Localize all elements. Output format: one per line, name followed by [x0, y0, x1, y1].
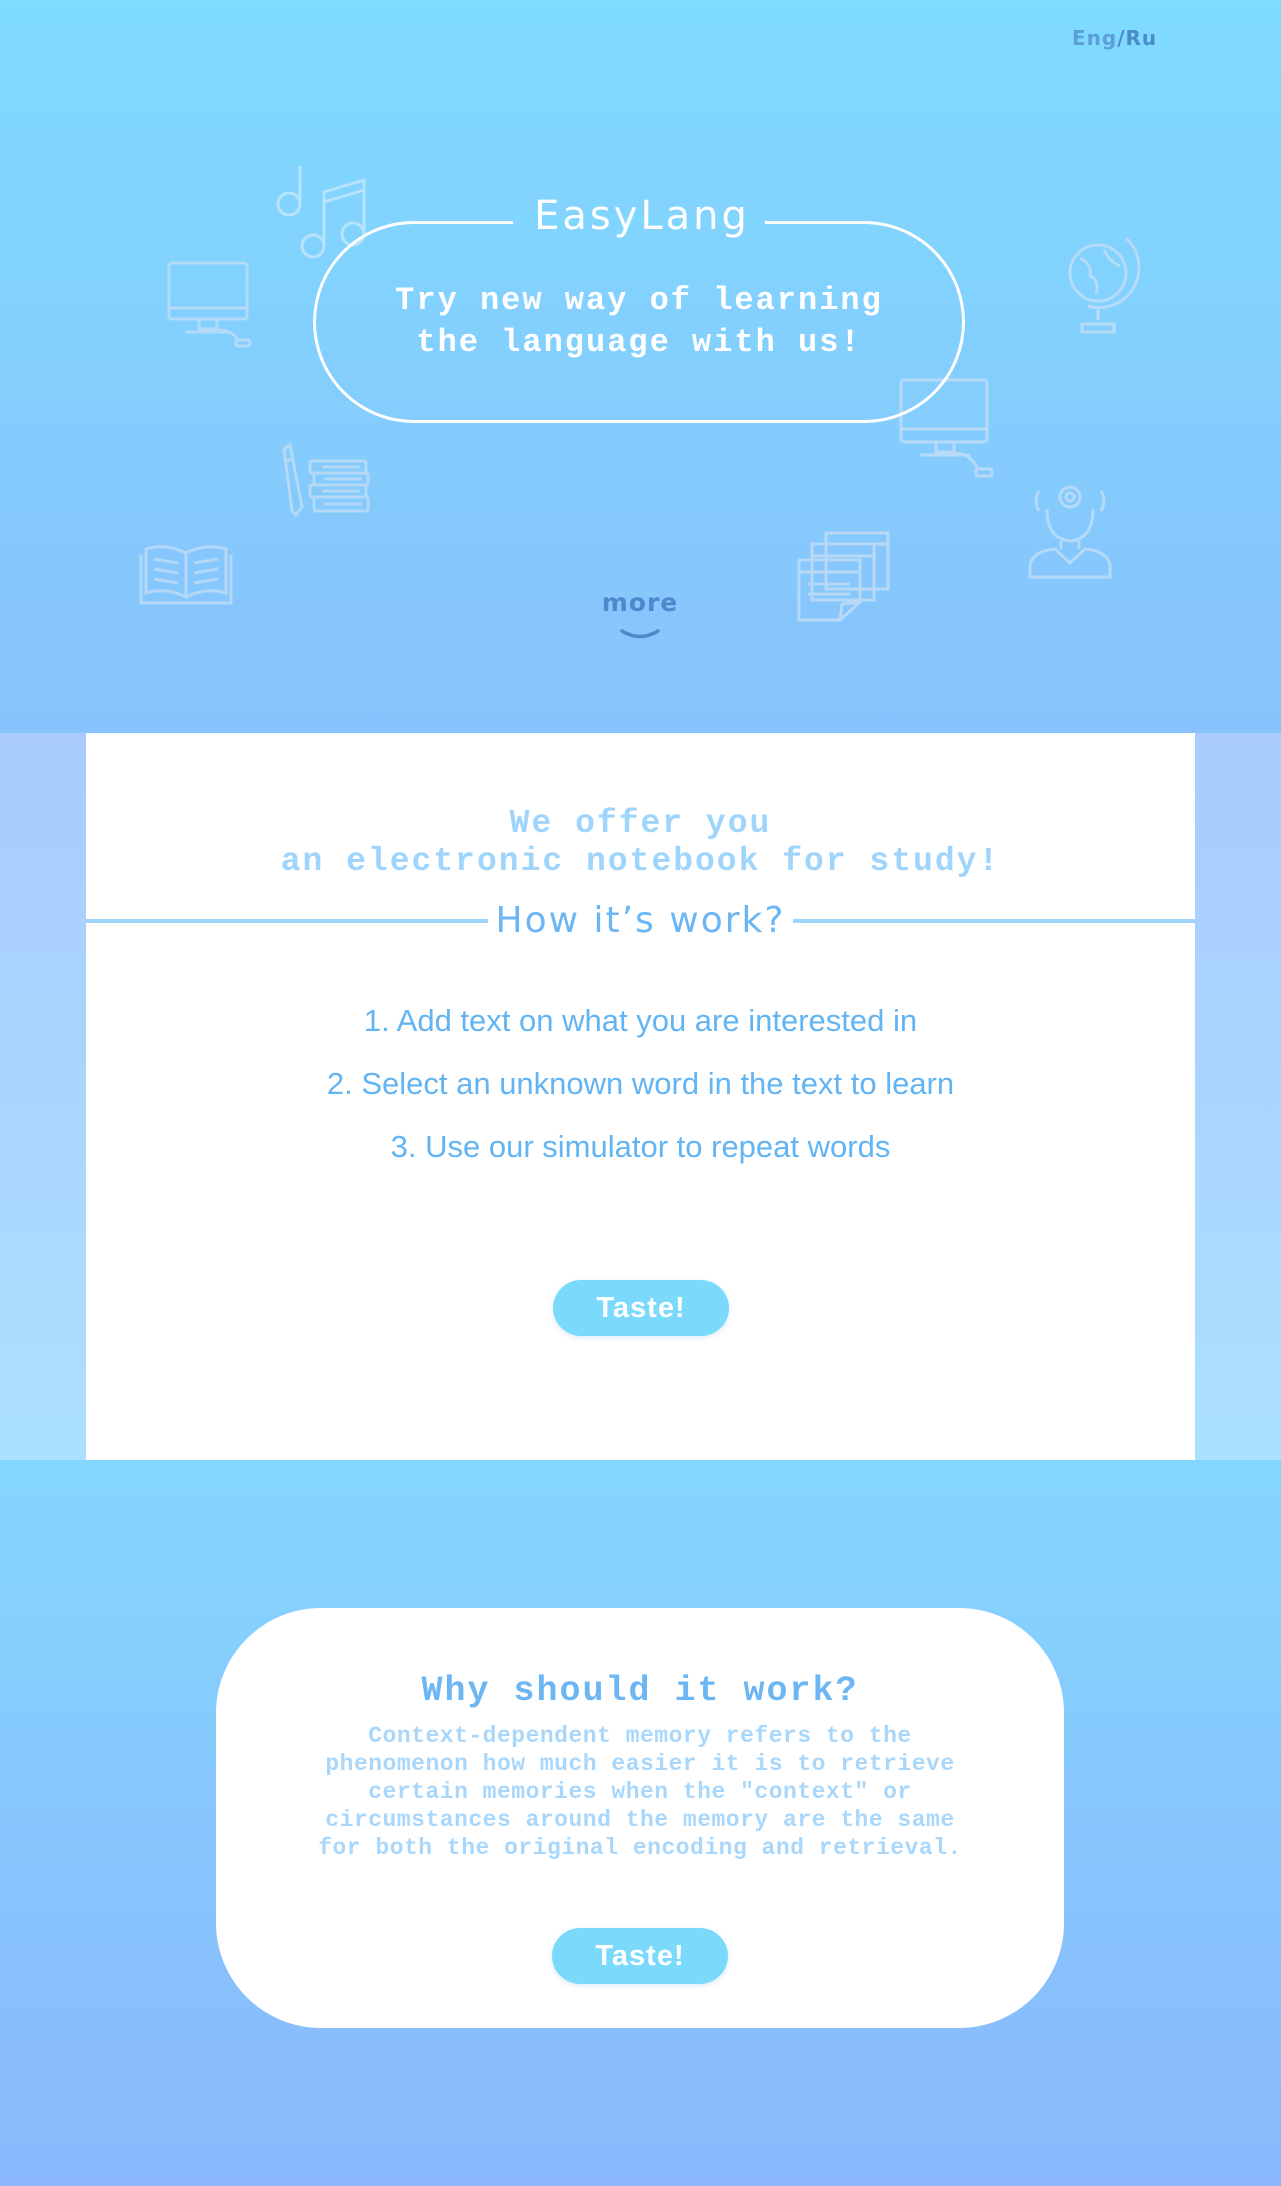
lang-eng-link[interactable]: Eng — [1072, 26, 1117, 50]
how-it-works-title: How it’s work? — [488, 899, 793, 943]
lang-separator: / — [1117, 26, 1126, 50]
computer-monitor-icon — [166, 260, 256, 352]
offer-card: We offer you an electronic notebook for … — [86, 733, 1195, 1460]
globe-icon — [1060, 228, 1140, 336]
offer-line-2: an electronic notebook for study! — [280, 843, 1001, 880]
more-link[interactable]: more — [590, 588, 690, 617]
step-3: 3. Use our simulator to repeat words — [390, 1129, 891, 1164]
taste-button-2[interactable]: Taste! — [552, 1928, 728, 1984]
lang-ru-link[interactable]: Ru — [1126, 26, 1158, 50]
why-description: Context-dependent memory refers to the p… — [318, 1723, 962, 1861]
person-thinking-icon — [1025, 479, 1115, 581]
why-card: Why should it work? Context-dependent me… — [216, 1608, 1064, 2028]
documents-icon — [796, 530, 892, 624]
open-book-icon — [138, 541, 234, 607]
why-title: Why should it work? — [421, 1671, 859, 1711]
tagline-line-1: Try new way of learning — [395, 282, 883, 319]
site-logo[interactable]: EasyLang — [511, 190, 773, 242]
steps-list: 1. Add text on what you are interested i… — [86, 1003, 1195, 1192]
offer-section: We offer you an electronic notebook for … — [0, 733, 1281, 1460]
language-switcher: Eng/Ru — [1072, 26, 1157, 50]
hero-tagline: Try new way of learning the language wit… — [313, 280, 965, 364]
offer-heading: We offer you an electronic notebook for … — [86, 805, 1195, 881]
chevron-down-icon[interactable] — [620, 628, 660, 649]
why-section: Why should it work? Context-dependent me… — [0, 1460, 1281, 2186]
tagline-line-2: the language with us! — [416, 324, 862, 361]
hero-section: Eng/Ru EasyLang Try new way of learning … — [0, 0, 1281, 733]
offer-line-1: We offer you — [509, 805, 772, 842]
pen-and-books-icon — [280, 441, 372, 519]
step-2: 2. Select an unknown word in the text to… — [326, 1066, 955, 1101]
taste-button[interactable]: Taste! — [553, 1280, 729, 1336]
step-1: 1. Add text on what you are interested i… — [363, 1003, 918, 1038]
